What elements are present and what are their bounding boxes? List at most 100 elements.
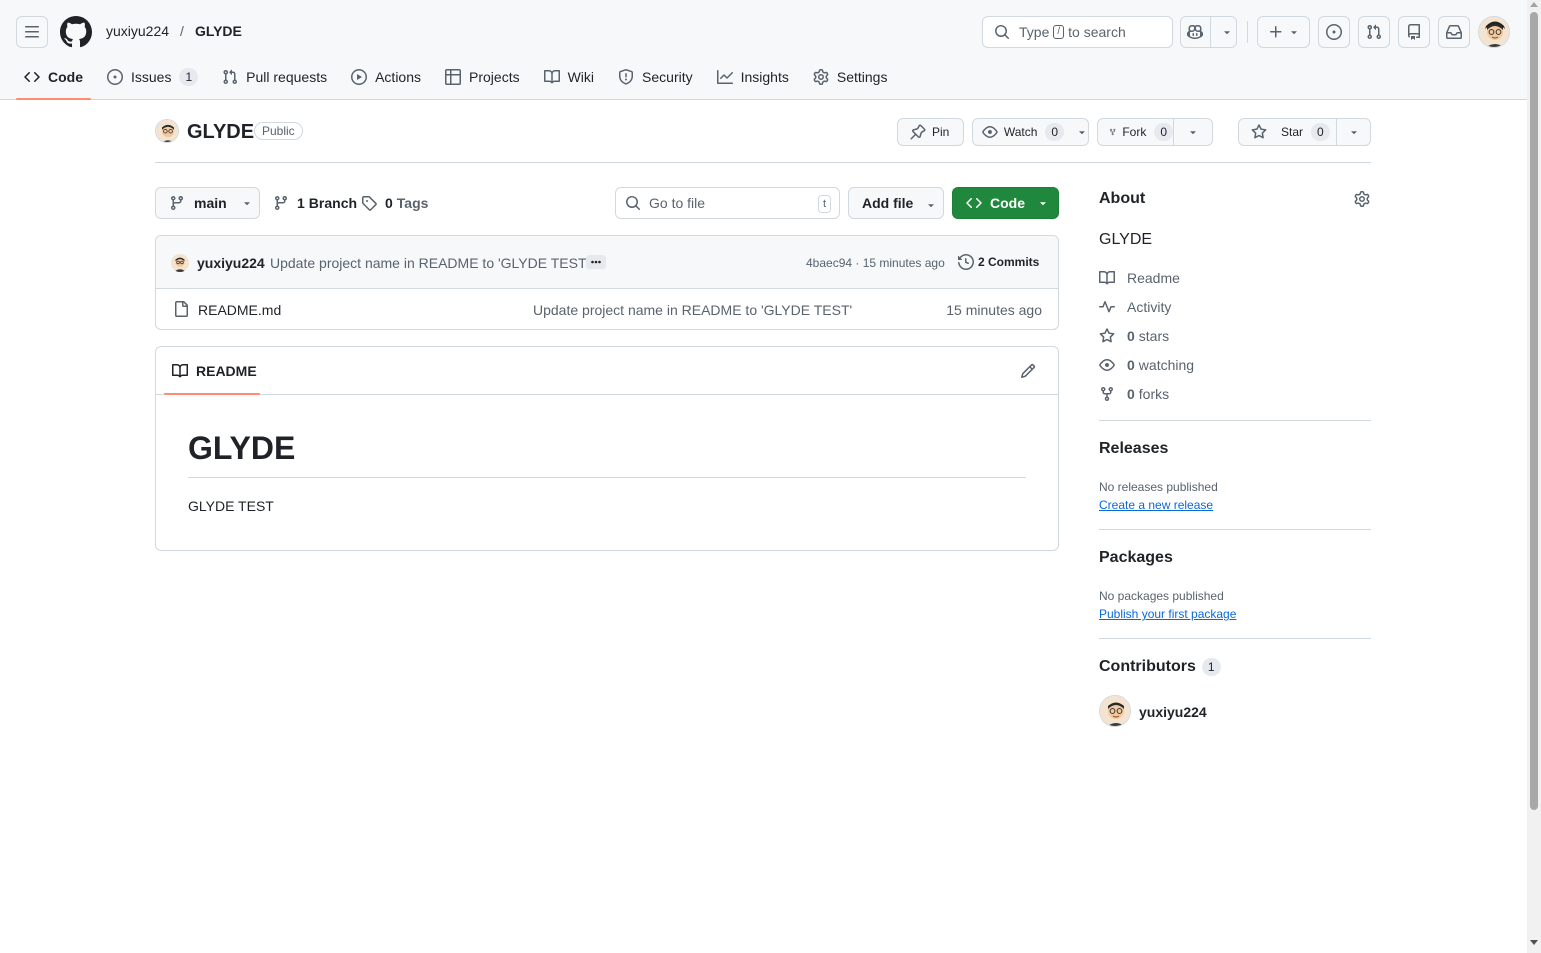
repo-name[interactable]: GLYDE bbox=[187, 121, 254, 144]
breadcrumb-repo[interactable]: GLYDE bbox=[195, 23, 242, 39]
sidebar-watching-link[interactable]: 0 watching bbox=[1099, 357, 1194, 373]
commit-details-toggle[interactable] bbox=[586, 255, 606, 269]
copilot-button[interactable] bbox=[1180, 16, 1237, 48]
menu-button[interactable] bbox=[16, 16, 48, 48]
tab-actions[interactable]: Actions bbox=[343, 60, 429, 94]
search-input[interactable]: Type / to search bbox=[982, 16, 1173, 48]
tab-issues[interactable]: Issues 1 bbox=[99, 60, 206, 94]
eye-icon bbox=[982, 126, 998, 138]
issues-counter: 1 bbox=[179, 68, 199, 86]
notifications-button[interactable] bbox=[1438, 16, 1470, 48]
file-row[interactable]: README.md Update project name in README … bbox=[156, 289, 1058, 329]
github-logo-icon[interactable] bbox=[60, 16, 92, 48]
breadcrumb-separator: / bbox=[180, 23, 184, 39]
create-release-link[interactable]: Create a new release bbox=[1099, 498, 1213, 512]
commit-message[interactable]: Update project name in README to 'GLYDE … bbox=[270, 255, 589, 271]
pencil-icon[interactable] bbox=[1020, 363, 1036, 379]
readme-header: README bbox=[156, 347, 1058, 395]
star-button[interactable]: Star 0 bbox=[1238, 118, 1337, 146]
file-name[interactable]: README.md bbox=[198, 302, 281, 318]
contributor-avatar[interactable] bbox=[1099, 695, 1131, 727]
commit-hash-time[interactable]: 4baec94 · 15 minutes ago bbox=[806, 256, 945, 270]
repo-description: GLYDE bbox=[1099, 231, 1153, 248]
your-issues-button[interactable] bbox=[1318, 16, 1350, 48]
contributor-name[interactable]: yuxiyu224 bbox=[1139, 704, 1207, 720]
issue-icon bbox=[107, 69, 123, 85]
scrollbar-thumb[interactable] bbox=[1530, 12, 1538, 810]
commit-author[interactable]: yuxiyu224 bbox=[197, 255, 265, 271]
ellipsis-icon bbox=[591, 260, 601, 264]
contributors-heading[interactable]: Contributors 1 bbox=[1099, 658, 1221, 676]
pull-request-icon bbox=[223, 69, 238, 85]
shield-icon bbox=[619, 69, 634, 85]
commits-history-link[interactable]: 2 Commits bbox=[958, 254, 1039, 270]
fork-button[interactable]: Fork 0 bbox=[1097, 118, 1174, 146]
book-icon bbox=[1099, 270, 1115, 285]
tab-insights[interactable]: Insights bbox=[709, 60, 797, 94]
tab-code[interactable]: Code bbox=[16, 60, 91, 100]
issue-icon bbox=[1326, 24, 1342, 40]
user-avatar[interactable] bbox=[1478, 16, 1510, 48]
packages-heading[interactable]: Packages bbox=[1099, 549, 1173, 567]
breadcrumb-owner[interactable]: yuxiyu224 bbox=[106, 23, 169, 39]
star-icon bbox=[1099, 328, 1115, 343]
tab-code-label: Code bbox=[48, 69, 83, 85]
go-to-file-input[interactable]: Go to file t bbox=[615, 187, 840, 219]
chevron-down-icon[interactable] bbox=[1221, 26, 1233, 38]
watch-label: Watch bbox=[1003, 125, 1038, 139]
star-dropdown[interactable] bbox=[1336, 118, 1371, 146]
plus-icon bbox=[1269, 26, 1281, 38]
fork-dropdown[interactable] bbox=[1173, 118, 1213, 146]
readme-tab-label: README bbox=[196, 363, 257, 379]
search-icon bbox=[995, 25, 1010, 40]
branches-link[interactable]: 1 Branch bbox=[273, 195, 357, 211]
sidebar-stars-link[interactable]: 0 stars bbox=[1099, 328, 1169, 344]
chevron-down-icon bbox=[1040, 202, 1046, 206]
packages-title: Packages bbox=[1099, 549, 1173, 566]
fork-count: 0 bbox=[1154, 123, 1173, 141]
your-pull-requests-button[interactable] bbox=[1358, 16, 1390, 48]
branch-selector[interactable]: main bbox=[155, 187, 260, 219]
gear-icon bbox=[813, 69, 829, 85]
hamburger-icon bbox=[25, 26, 39, 38]
sidebar-activity-link[interactable]: Activity bbox=[1099, 299, 1171, 315]
add-file-button[interactable]: Add file bbox=[848, 187, 944, 219]
repo-owner-avatar[interactable] bbox=[155, 119, 179, 143]
gear-icon[interactable] bbox=[1354, 191, 1370, 207]
table-icon bbox=[445, 69, 462, 85]
branch-count: 1 bbox=[297, 195, 305, 211]
pin-button[interactable]: Pin bbox=[897, 118, 964, 146]
tab-wiki[interactable]: Wiki bbox=[536, 60, 602, 94]
play-icon bbox=[351, 69, 368, 85]
latest-commit-bar: yuxiyu224 Update project name in README … bbox=[156, 236, 1058, 289]
repo-title-bar: GLYDE Public Pin Watch 0 Fork 0 Star 0 bbox=[155, 118, 1371, 163]
tab-settings[interactable]: Settings bbox=[805, 60, 896, 94]
code-clone-button[interactable]: Code bbox=[952, 187, 1059, 219]
breadcrumb: yuxiyu224 / GLYDE bbox=[106, 23, 242, 39]
commit-author-avatar[interactable] bbox=[171, 254, 189, 272]
fork-icon bbox=[1101, 387, 1113, 402]
create-new-button[interactable] bbox=[1257, 16, 1310, 48]
publish-package-link[interactable]: Publish your first package bbox=[1099, 607, 1236, 621]
fork-icon bbox=[1109, 128, 1116, 136]
repositories-button[interactable] bbox=[1398, 16, 1430, 48]
scroll-up-arrow[interactable] bbox=[1530, 2, 1538, 7]
visibility-badge: Public bbox=[254, 122, 303, 140]
tags-link[interactable]: 0 Tags bbox=[361, 195, 428, 211]
tab-pull-requests[interactable]: Pull requests bbox=[214, 60, 335, 94]
sidebar-forks-link[interactable]: 0 forks bbox=[1099, 386, 1169, 402]
readme-tab-underline bbox=[164, 393, 260, 395]
readme-tab[interactable]: README bbox=[172, 363, 257, 379]
watch-button[interactable]: Watch 0 bbox=[972, 118, 1089, 146]
fork-label: Fork bbox=[1122, 125, 1147, 139]
tag-count: 0 bbox=[385, 195, 393, 211]
sidebar-readme-link[interactable]: Readme bbox=[1099, 270, 1180, 286]
releases-heading[interactable]: Releases bbox=[1099, 440, 1168, 458]
tab-security[interactable]: Security bbox=[610, 60, 701, 94]
scroll-down-arrow[interactable] bbox=[1530, 940, 1538, 945]
file-commit-message[interactable]: Update project name in README to 'GLYDE … bbox=[533, 302, 852, 318]
chevron-down-icon bbox=[1290, 31, 1297, 35]
page-scrollbar[interactable] bbox=[1527, 0, 1541, 953]
tab-projects[interactable]: Projects bbox=[437, 60, 528, 94]
search-shortcut-key: / bbox=[1053, 25, 1065, 39]
